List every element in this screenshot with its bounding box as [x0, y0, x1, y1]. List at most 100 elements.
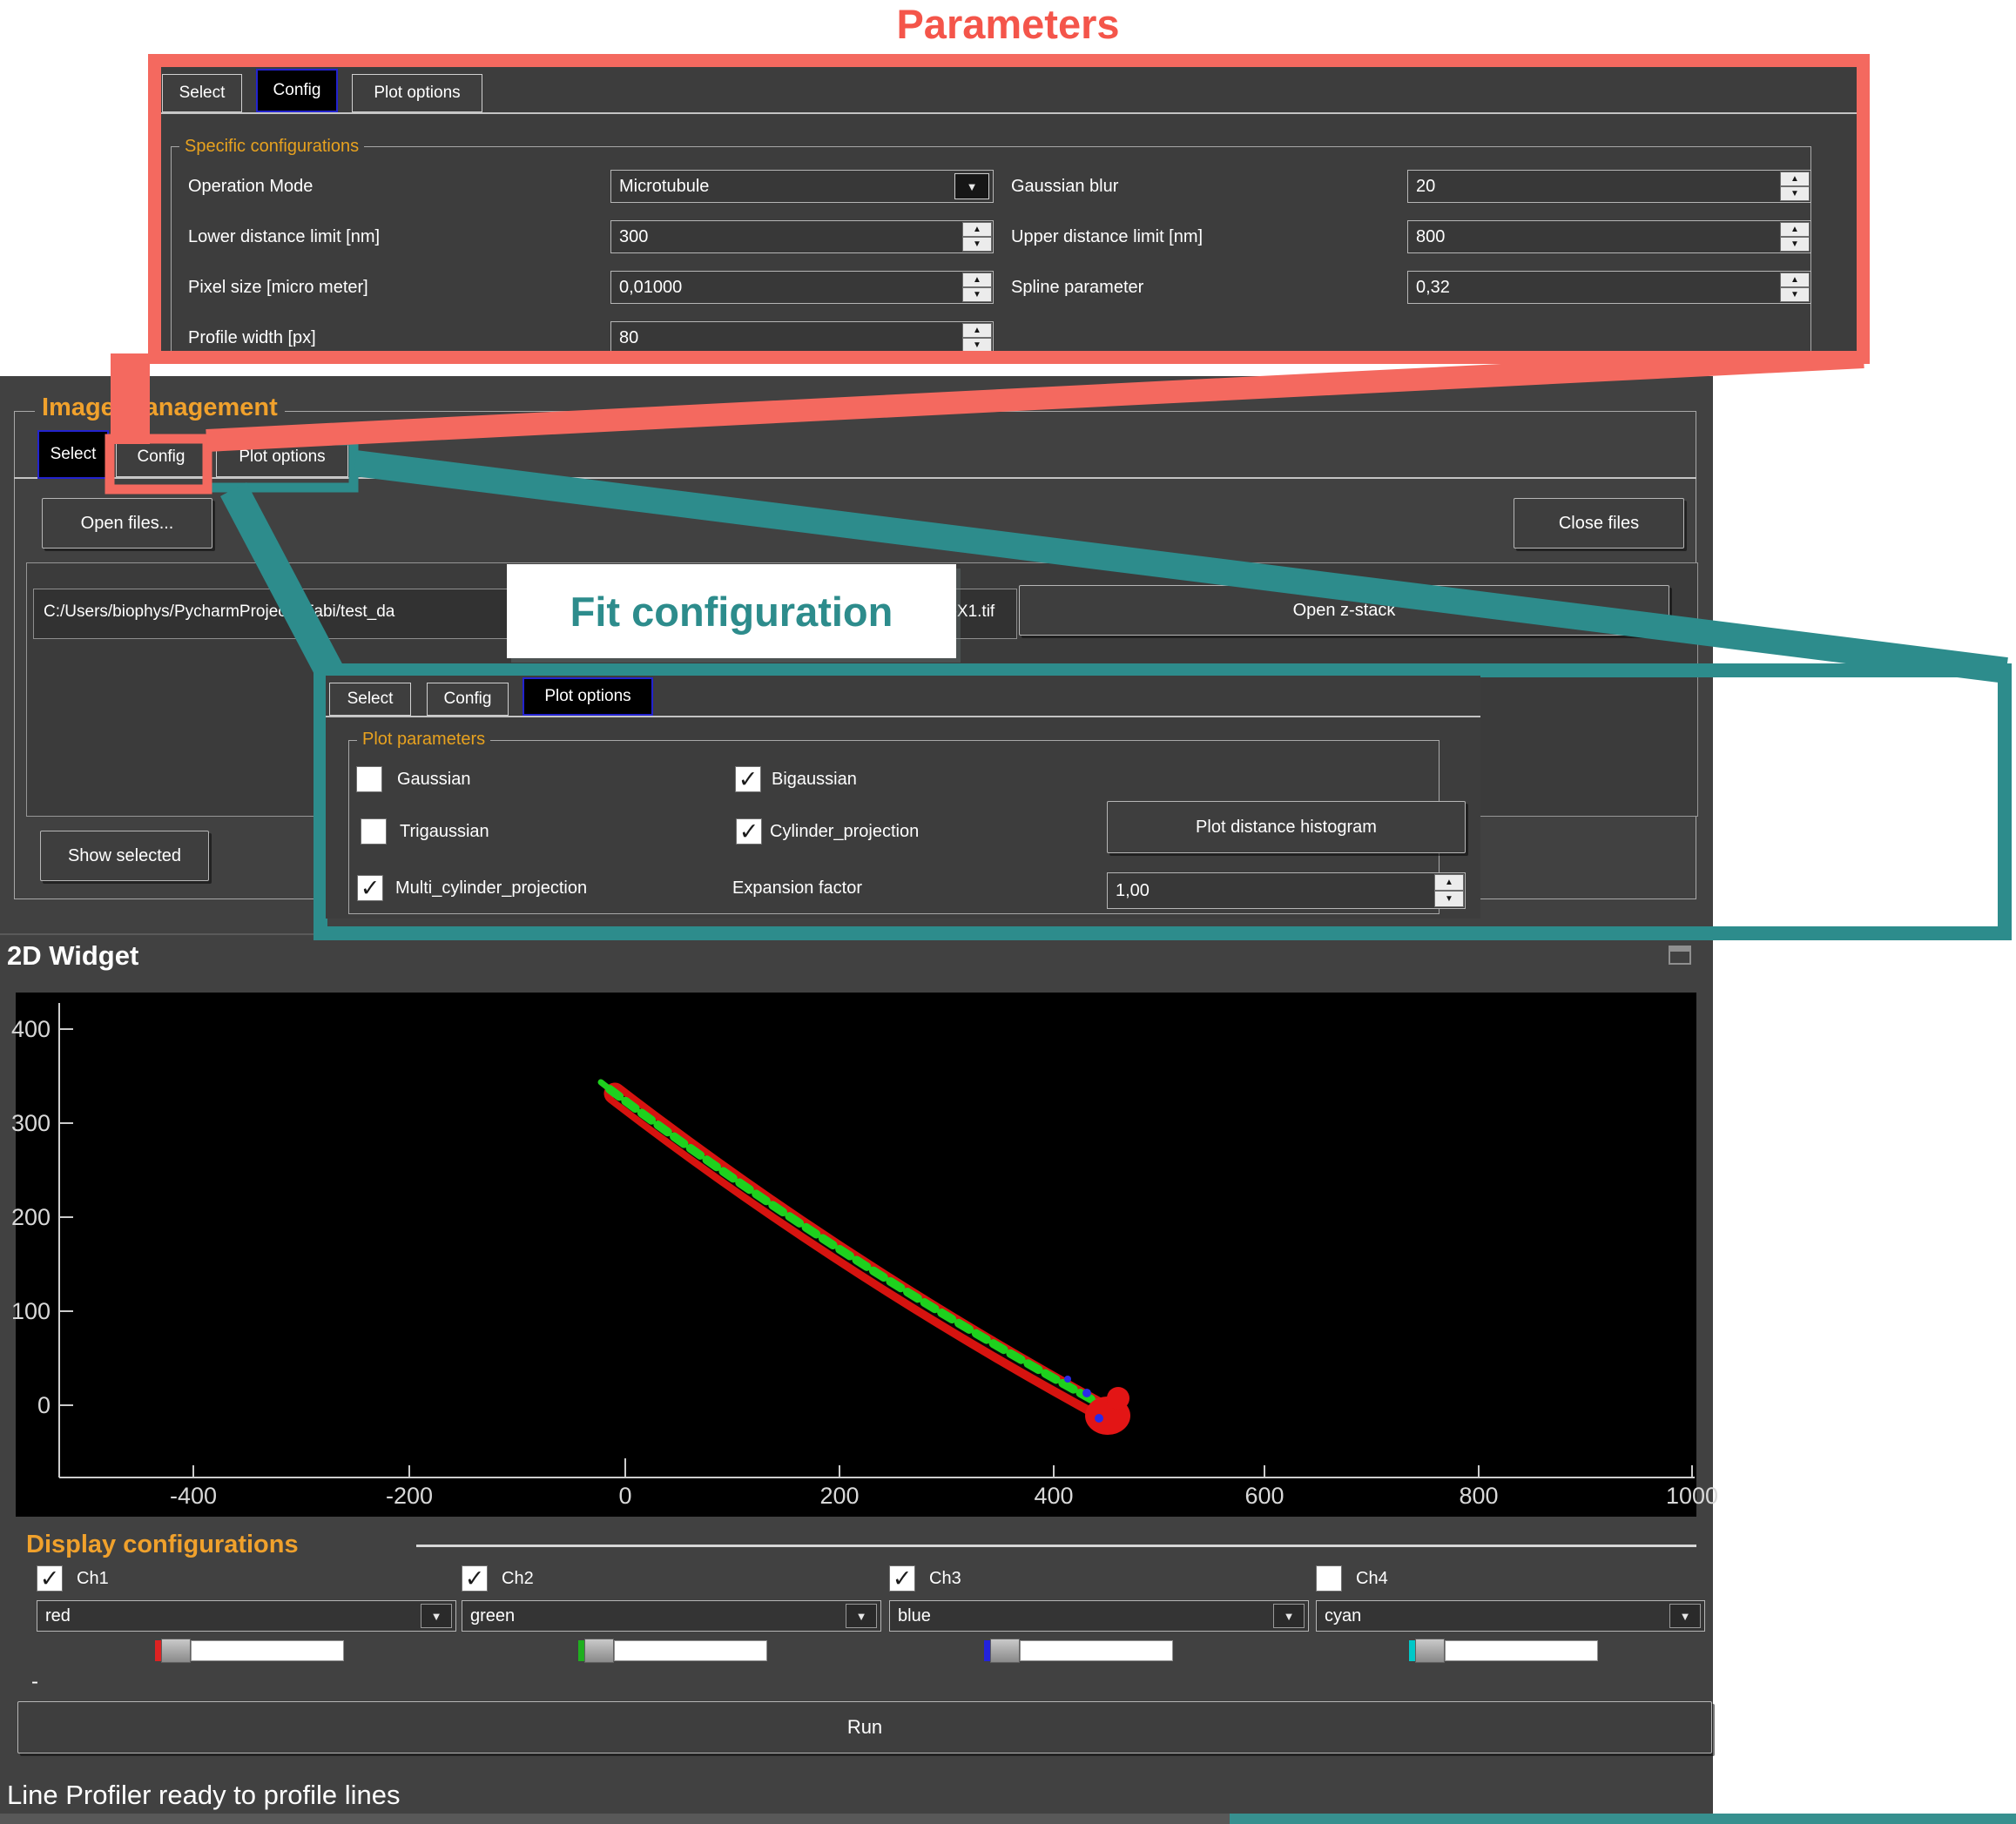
chevron-down-icon[interactable]: ▼ — [846, 1604, 877, 1628]
spin-up-icon[interactable]: ▲ — [1780, 222, 1810, 237]
ch4-checkbox[interactable] — [1316, 1565, 1342, 1592]
ch3-level-slider[interactable] — [984, 1639, 1173, 1663]
ch3-label: Ch3 — [929, 1569, 961, 1589]
spin-down-icon[interactable]: ▼ — [1434, 891, 1464, 907]
spin-down-icon[interactable]: ▼ — [962, 237, 992, 252]
chevron-down-icon[interactable]: ▼ — [1273, 1604, 1305, 1628]
open-files-button[interactable]: Open files... — [42, 498, 212, 549]
gaussian-checkbox[interactable] — [356, 766, 382, 792]
spinner[interactable]: ▲ ▼ — [1434, 874, 1464, 907]
spin-up-icon[interactable]: ▲ — [962, 222, 992, 237]
ch3-color-combo[interactable]: blue ▼ — [889, 1600, 1309, 1632]
spin-up-icon[interactable]: ▲ — [1434, 874, 1464, 891]
chevron-down-icon[interactable]: ▼ — [1669, 1604, 1701, 1628]
spin-up-icon[interactable]: ▲ — [962, 273, 992, 287]
fit-config-callout-text: Fit configuration — [570, 588, 893, 636]
open-zstack-button[interactable]: Open z-stack — [1019, 585, 1669, 636]
ch2-slider-track[interactable] — [614, 1640, 767, 1661]
lower-distance-limit-spinbox[interactable]: 300 ▲ ▼ — [610, 220, 994, 253]
tab-fit-select[interactable]: Select — [329, 683, 411, 716]
tab-fit-config[interactable]: Config — [427, 683, 509, 716]
bottom-strip-gray — [0, 1814, 1230, 1824]
spin-up-icon[interactable]: ▲ — [1780, 273, 1810, 287]
spin-down-icon[interactable]: ▼ — [1780, 237, 1810, 252]
pixel-size-spinbox[interactable]: 0,01000 ▲ ▼ — [610, 271, 994, 304]
ch1-slider-track[interactable] — [191, 1640, 344, 1661]
x-tick-label: 600 — [1212, 1483, 1317, 1510]
image-management-title: Image management — [35, 394, 285, 422]
ch2-level-slider[interactable] — [578, 1639, 767, 1663]
multi-cylinder-projection-checkbox[interactable] — [357, 875, 383, 901]
ch1-checkbox[interactable] — [37, 1565, 63, 1592]
ch3-checkbox[interactable] — [889, 1565, 915, 1592]
profile-width-value: 80 — [619, 328, 638, 348]
params-tabpane-top-border — [161, 112, 1857, 114]
cylinder-projection-label: Cylinder_projection — [770, 822, 919, 842]
spinner[interactable]: ▲ ▼ — [962, 222, 992, 252]
pixel-size-value: 0,01000 — [619, 278, 682, 298]
tab-im-config[interactable]: Config — [116, 437, 206, 477]
bigaussian-checkbox[interactable] — [735, 766, 761, 792]
tab-params-plot-options[interactable]: Plot options — [352, 74, 482, 112]
upper-distance-limit-label: Upper distance limit [nm] — [1011, 220, 1203, 253]
gaussian-blur-spinbox[interactable]: 20 ▲ ▼ — [1407, 170, 1811, 203]
upper-distance-limit-spinbox[interactable]: 800 ▲ ▼ — [1407, 220, 1811, 253]
ch2-color-combo[interactable]: green ▼ — [462, 1600, 881, 1632]
tab-params-select[interactable]: Select — [162, 74, 242, 112]
file-path-text: C:/Users/biophys/PycharmProjects/Fabi/te… — [44, 602, 394, 622]
popout-icon[interactable] — [1669, 946, 1691, 965]
spin-up-icon[interactable]: ▲ — [1780, 172, 1810, 186]
ch4-slider-handle[interactable] — [1415, 1639, 1445, 1663]
expansion-factor-spinbox[interactable]: 1,00 ▲ ▼ — [1107, 872, 1466, 909]
ch4-level-slider[interactable] — [1409, 1639, 1598, 1663]
ch4-slider-track[interactable] — [1445, 1640, 1598, 1661]
profile-width-spinbox[interactable]: 80 ▲ ▼ — [610, 321, 994, 354]
cylinder-projection-checkbox[interactable] — [736, 818, 762, 845]
ch3-slider-track[interactable] — [1020, 1640, 1173, 1661]
im-tabpane-top-border — [14, 477, 1696, 479]
spin-up-icon[interactable]: ▲ — [962, 323, 992, 338]
operation-mode-combo[interactable]: Microtubule ▼ — [610, 170, 994, 203]
spline-parameter-spinbox[interactable]: 0,32 ▲ ▼ — [1407, 271, 1811, 304]
ch3-slider-color — [984, 1640, 990, 1661]
spin-down-icon[interactable]: ▼ — [1780, 186, 1810, 201]
multi-cylinder-projection-label: Multi_cylinder_projection — [395, 878, 587, 899]
y-tick-label: 300 — [7, 1110, 51, 1137]
ch2-checkbox[interactable] — [462, 1565, 488, 1592]
chevron-down-icon[interactable]: ▼ — [954, 173, 989, 199]
spinner[interactable]: ▲ ▼ — [1780, 222, 1810, 252]
close-files-button[interactable]: Close files — [1514, 498, 1684, 549]
ch2-slider-handle[interactable] — [584, 1639, 614, 1663]
ch4-color-combo[interactable]: cyan ▼ — [1316, 1600, 1705, 1632]
spin-down-icon[interactable]: ▼ — [962, 338, 992, 353]
ch3-slider-handle[interactable] — [990, 1639, 1020, 1663]
spinner[interactable]: ▲ ▼ — [962, 273, 992, 302]
x-tick-label: 200 — [787, 1483, 892, 1510]
ch1-combo-value: red — [45, 1606, 71, 1626]
spinner[interactable]: ▲ ▼ — [1780, 172, 1810, 201]
chevron-down-icon[interactable]: ▼ — [421, 1604, 452, 1628]
ch1-level-slider[interactable] — [155, 1639, 344, 1663]
fit-config-panel: Select Config Plot options Plot paramete… — [326, 676, 1480, 919]
tab-fit-plot-options[interactable]: Plot options — [523, 677, 653, 716]
ch1-slider-handle[interactable] — [161, 1639, 191, 1663]
operation-mode-label: Operation Mode — [188, 170, 313, 203]
tab-im-plot-options[interactable]: Plot options — [216, 437, 348, 477]
expansion-factor-label: Expansion factor — [732, 878, 862, 899]
spinner[interactable]: ▲ ▼ — [962, 323, 992, 353]
screenshot-root: { "callouts": { "parameters_title": "Par… — [0, 0, 2016, 1824]
run-button[interactable]: Run — [17, 1701, 1712, 1753]
plot-area[interactable] — [16, 993, 1696, 1517]
spinner[interactable]: ▲ ▼ — [1780, 273, 1810, 302]
trigaussian-checkbox[interactable] — [361, 818, 387, 845]
fit-config-callout-label: Fit configuration — [507, 564, 956, 658]
tab-im-select[interactable]: Select — [37, 430, 109, 479]
tab-params-config[interactable]: Config — [256, 69, 338, 112]
ch1-color-combo[interactable]: red ▼ — [37, 1600, 456, 1632]
x-tick-label: 0 — [573, 1483, 678, 1510]
spin-down-icon[interactable]: ▼ — [1780, 287, 1810, 302]
gaussian-blur-label: Gaussian blur — [1011, 170, 1118, 203]
show-selected-button[interactable]: Show selected — [40, 831, 209, 881]
plot-distance-histogram-button[interactable]: Plot distance histogram — [1107, 801, 1466, 853]
spin-down-icon[interactable]: ▼ — [962, 287, 992, 302]
